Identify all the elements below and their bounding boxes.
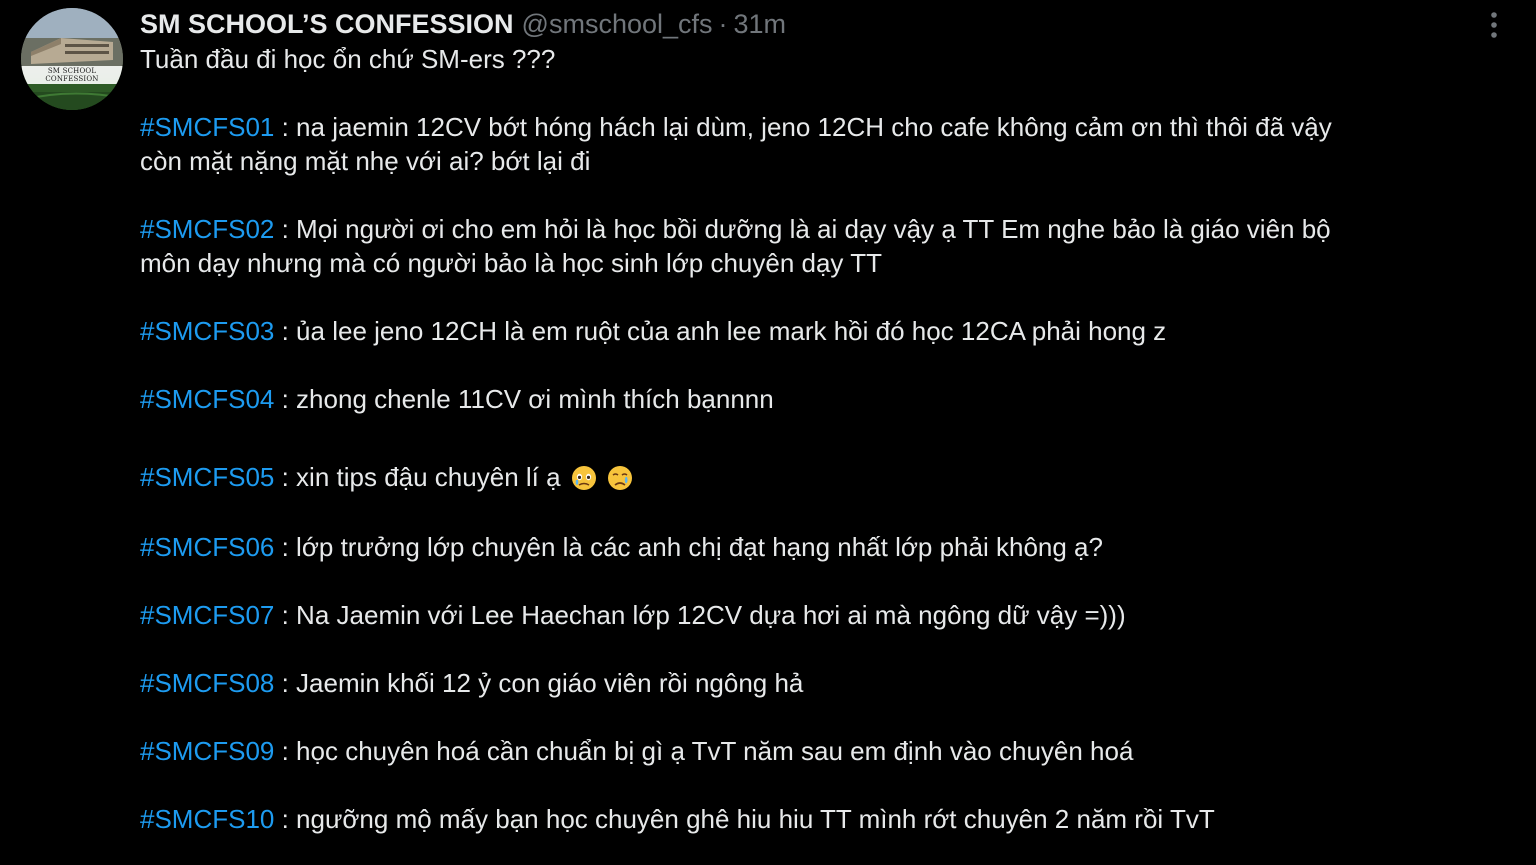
post-text: : xin tips đậu chuyên lí ạ [274, 462, 561, 492]
confession-post: #SMCFS08 : Jaemin khối 12 ỷ con giáo viê… [140, 666, 1490, 700]
hashtag-link[interactable]: #SMCFS05 [140, 462, 274, 492]
hashtag-link[interactable]: #SMCFS08 [140, 668, 274, 698]
confession-post: #SMCFS06 : lớp trưởng lớp chuyên là các … [140, 530, 1490, 564]
tweet[interactable]: SM SCHOOL CONFESSION SM SCHOOL’S CONFESS… [0, 0, 1536, 865]
post-text: môn dạy nhưng mà có người bảo là học sin… [140, 248, 882, 278]
hashtag-link[interactable]: #SMCFS02 [140, 214, 274, 244]
post-text: : Na Jaemin với Lee Haechan lớp 12CV dựa… [274, 600, 1126, 630]
avatar-logo-text: SM SCHOOL CONFESSION [21, 66, 123, 84]
confession-post: #SMCFS10 : ngưỡng mộ mấy bạn học chuyên … [140, 802, 1490, 836]
hashtag-link[interactable]: #SMCFS01 [140, 112, 274, 142]
confession-post: #SMCFS01 : na jaemin 12CV bớt hóng hách … [140, 110, 1490, 178]
avatar[interactable]: SM SCHOOL CONFESSION [21, 8, 123, 110]
confession-post: #SMCFS05 : xin tips đậu chuyên lí ạ [140, 460, 1490, 494]
separator-dot: · [718, 8, 728, 39]
more-vertical-icon [1491, 12, 1497, 38]
display-name[interactable]: SM SCHOOL’S CONFESSION [140, 9, 514, 40]
hashtag-link[interactable]: #SMCFS07 [140, 600, 274, 630]
hashtag-link[interactable]: #SMCFS06 [140, 532, 274, 562]
confession-post: #SMCFS09 : học chuyên hoá cần chuẩn bị g… [140, 734, 1490, 768]
hashtag-link[interactable]: #SMCFS09 [140, 736, 274, 766]
post-text: còn mặt nặng mặt nhẹ với ai? bớt lại đi [140, 146, 591, 176]
post-text: : na jaemin 12CV bớt hóng hách lại dùm, … [274, 112, 1332, 142]
handle[interactable]: @smschool_cfs [522, 9, 713, 40]
face-holding-back-tears-icon [571, 466, 596, 490]
confession-post: #SMCFS03 : ủa lee jeno 12CH là em ruột c… [140, 314, 1490, 348]
crying-face-icon [608, 466, 633, 490]
school-building-image [21, 8, 123, 110]
confession-post: #SMCFS02 : Mọi người ơi cho em hỏi là họ… [140, 212, 1490, 280]
post-text: : zhong chenle 11CV ơi mình thích bạnnnn [274, 384, 774, 414]
post-text: : ủa lee jeno 12CH là em ruột của anh le… [274, 316, 1167, 346]
timestamp[interactable]: 31m [734, 9, 787, 40]
post-text: : ngưỡng mộ mấy bạn học chuyên ghê hiu h… [274, 804, 1215, 834]
confession-post: #SMCFS07 : Na Jaemin với Lee Haechan lớp… [140, 598, 1490, 632]
tweet-intro: Tuần đầu đi học ổn chứ SM-ers ??? [140, 44, 556, 74]
confession-post: #SMCFS04 : zhong chenle 11CV ơi mình thí… [140, 382, 1490, 416]
post-text: : Mọi người ơi cho em hỏi là học bồi dưỡ… [274, 214, 1331, 244]
hashtag-link[interactable]: #SMCFS04 [140, 384, 274, 414]
tweet-header: SM SCHOOL’S CONFESSION @smschool_cfs · 3… [140, 8, 786, 40]
post-text: : học chuyên hoá cần chuẩn bị gì ạ TvT n… [274, 736, 1134, 766]
post-text: : lớp trưởng lớp chuyên là các anh chị đ… [274, 532, 1103, 562]
hashtag-link[interactable]: #SMCFS10 [140, 804, 274, 834]
hashtag-link[interactable]: #SMCFS03 [140, 316, 274, 346]
more-options-button[interactable] [1478, 6, 1510, 44]
post-text: : Jaemin khối 12 ỷ con giáo viên rồi ngô… [274, 668, 804, 698]
